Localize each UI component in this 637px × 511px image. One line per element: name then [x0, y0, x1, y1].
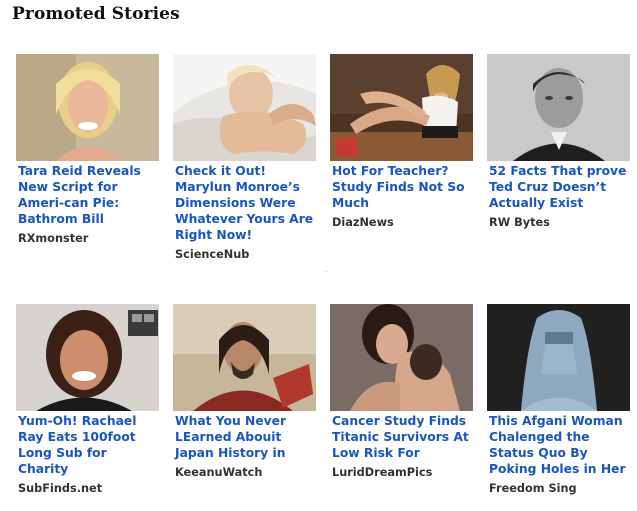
samurai-actor-photo-icon[interactable] [173, 304, 316, 411]
story-source: KeeanuWatch [175, 466, 263, 479]
story-card[interactable]: Check it Out! Marylun Monroe’s Dimension… [173, 54, 316, 261]
story-source: DiazNews [332, 216, 394, 229]
story-title[interactable]: Yum-Oh! Rachael Ray Eats 100foot Long Su… [16, 413, 159, 477]
story-card[interactable]: Cancer Study Finds Titanic Survivors At … [330, 304, 473, 479]
story-source: ScienceNub [175, 248, 250, 261]
story-title[interactable]: Hot For Teacher? Study Finds Not So Much [330, 163, 473, 211]
story-card[interactable]: 52 Facts That prove Ted Cruz Doesn’t Act… [487, 54, 630, 229]
story-card[interactable]: Hot For Teacher? Study Finds Not So Much… [330, 54, 473, 229]
story-source: LuridDreamPics [332, 466, 433, 479]
story-title[interactable]: 52 Facts That prove Ted Cruz Doesn’t Act… [487, 163, 630, 211]
story-source: RW Bytes [489, 216, 550, 229]
story-title[interactable]: Cancer Study Finds Titanic Survivors At … [330, 413, 473, 461]
portrait-blonde-woman-icon[interactable] [16, 54, 159, 161]
story-title[interactable]: Check it Out! Marylun Monroe’s Dimension… [173, 163, 316, 243]
story-title[interactable]: Tara Reid Reveals New Script for Ameri-c… [16, 163, 159, 227]
couple-embrace-photo-icon[interactable] [330, 304, 473, 411]
divider-dot [326, 271, 327, 272]
story-card[interactable]: This Afgani Woman Chalenged the Status Q… [487, 304, 630, 495]
story-title[interactable]: This Afgani Woman Chalenged the Status Q… [487, 413, 630, 477]
story-card[interactable]: Yum-Oh! Rachael Ray Eats 100foot Long Su… [16, 304, 159, 495]
reclining-woman-photo-icon[interactable] [173, 54, 316, 161]
story-source: SubFinds.net [18, 482, 103, 495]
story-card[interactable]: Tara Reid Reveals New Script for Ameri-c… [16, 54, 159, 245]
story-source: RXmonster [18, 232, 89, 245]
widget-heading: Promoted Stories [12, 4, 180, 24]
woman-on-desk-photo-icon[interactable] [330, 54, 473, 161]
story-card[interactable]: What You Never LEarned Abouit Japan Hist… [173, 304, 316, 479]
story-source: Freedom Sing [489, 482, 577, 495]
burqa-woman-photo-icon[interactable] [487, 304, 630, 411]
yearbook-portrait-icon[interactable] [487, 54, 630, 161]
smiling-woman-portrait-icon[interactable] [16, 304, 159, 411]
story-title[interactable]: What You Never LEarned Abouit Japan Hist… [173, 413, 316, 461]
